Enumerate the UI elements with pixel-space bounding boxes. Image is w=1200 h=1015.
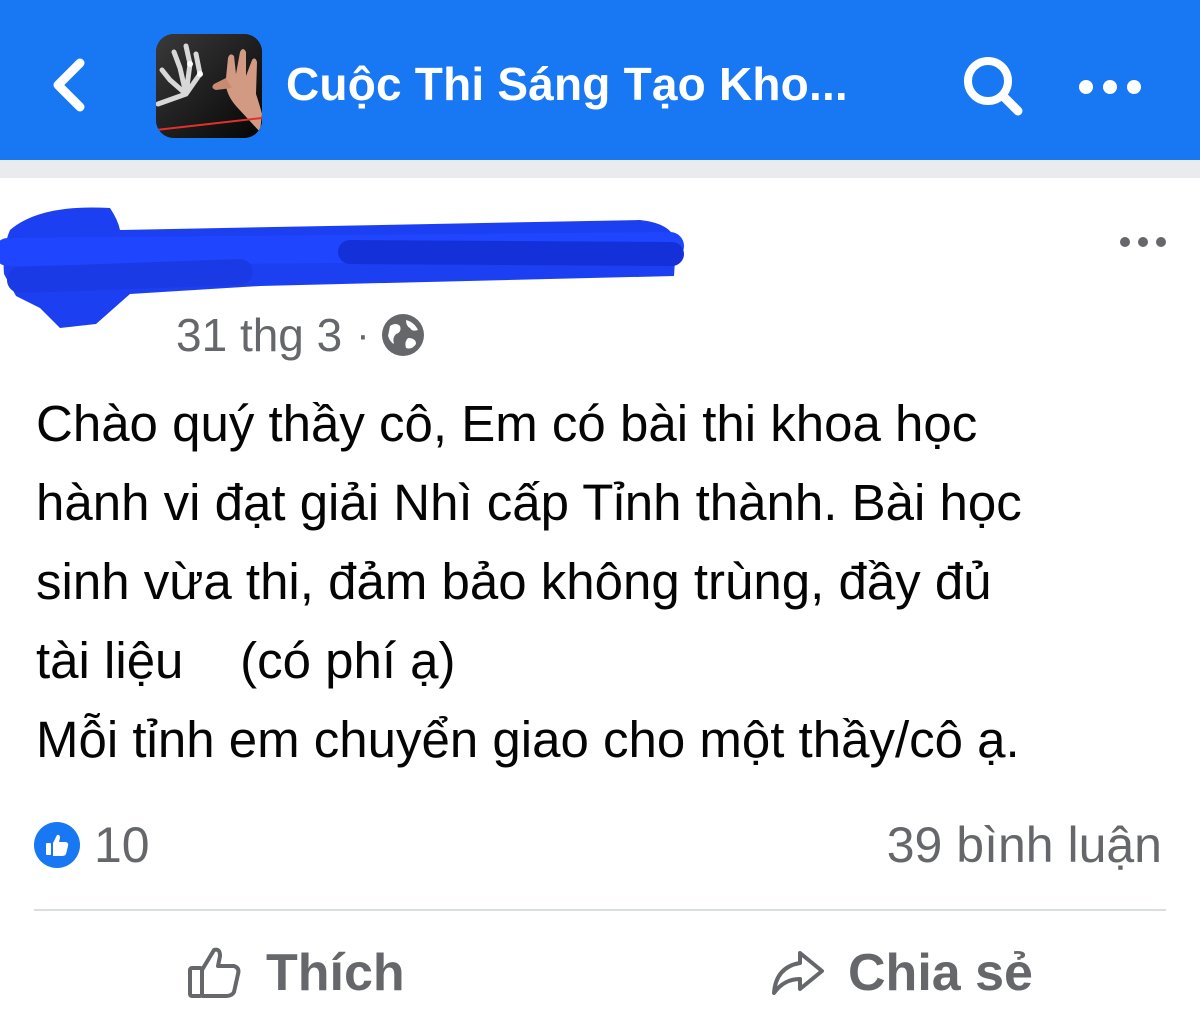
thumbs-up-icon	[46, 834, 69, 856]
header-more-button[interactable]	[1068, 55, 1152, 119]
share-arrow-icon	[770, 947, 826, 999]
like-button-label: Thích	[266, 944, 405, 1002]
reaction-count: 10	[94, 817, 150, 873]
globe-icon	[381, 314, 424, 356]
group-avatar[interactable]	[156, 34, 262, 138]
search-button[interactable]	[955, 48, 1031, 124]
like-reaction-badge	[34, 822, 80, 868]
more-horizontal-icon	[1079, 80, 1141, 94]
thumbs-up-outline-icon	[186, 944, 244, 1002]
back-button[interactable]	[40, 50, 100, 120]
post-body-line: tài liệu (có phí ạ)	[36, 632, 456, 689]
post-meta: 31 thg 3 ·	[176, 305, 426, 365]
post-body-line: hành vi đạt giải Nhì cấp Tỉnh thành. Bài…	[36, 474, 1022, 531]
post-body-line: sinh vừa thi, đảm bảo không trùng, đầy đ…	[36, 553, 992, 610]
post-date[interactable]: 31 thg 3	[176, 308, 342, 362]
reactions-summary[interactable]: 10	[34, 815, 150, 875]
meta-separator: ·	[356, 312, 370, 357]
group-avatar-image	[156, 34, 262, 138]
comment-count-link[interactable]: 39 bình luận	[887, 815, 1162, 875]
group-header-bar: Cuộc Thi Sáng Tạo Kho...	[0, 0, 1200, 160]
post-body: Chào quý thầy cô, Em có bài thi khoa học…	[36, 384, 1176, 779]
chevron-left-icon	[53, 58, 85, 112]
header-separator	[0, 160, 1200, 178]
like-button[interactable]: Thích	[186, 935, 405, 1011]
post-body-line: Mỗi tỉnh em chuyển giao cho một thầy/cô …	[36, 711, 1020, 768]
post-actions-divider	[34, 909, 1166, 911]
group-title[interactable]: Cuộc Thi Sáng Tạo Kho...	[286, 52, 848, 116]
share-button[interactable]: Chia sẻ	[770, 935, 1033, 1011]
post-body-line: Chào quý thầy cô, Em có bài thi khoa học	[36, 395, 978, 452]
search-icon	[964, 57, 1023, 116]
more-horizontal-icon	[1120, 237, 1166, 247]
share-button-label: Chia sẻ	[848, 944, 1033, 1002]
post-more-button[interactable]	[1108, 222, 1178, 262]
